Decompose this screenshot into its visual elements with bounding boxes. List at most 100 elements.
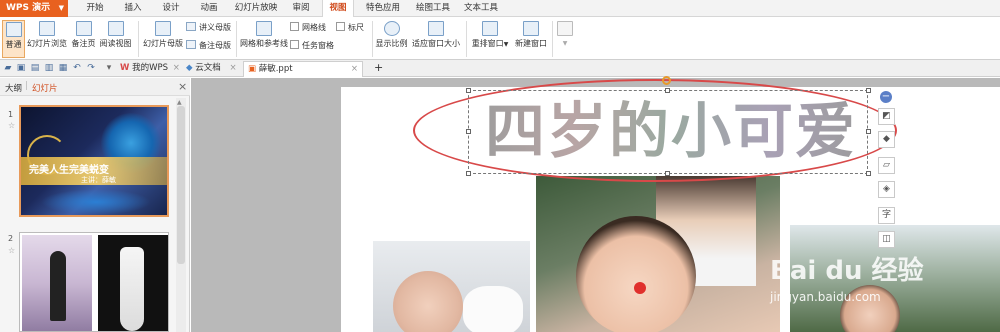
tab-outline[interactable]: 大纲 xyxy=(5,82,22,94)
task-pane-checkbox[interactable]: 任务窗格 xyxy=(290,39,334,52)
shape-style-icon[interactable]: ◩ xyxy=(878,108,895,125)
photo-figure xyxy=(50,251,66,321)
ruler-checkbox[interactable]: 标尺 xyxy=(336,21,364,34)
handout-master-button[interactable]: 讲义母版 xyxy=(186,21,231,34)
resize-handle[interactable] xyxy=(466,129,471,134)
grid-guides-button[interactable]: 网格和参考线 xyxy=(240,20,288,58)
photo-child-1[interactable] xyxy=(373,241,530,332)
text-icon[interactable]: 字 xyxy=(878,207,895,224)
tab-slides[interactable]: 幻灯片 xyxy=(32,82,58,94)
slide-master-icon xyxy=(155,21,171,36)
quick-access-dropdown-icon[interactable]: ▾ xyxy=(104,63,114,73)
layers-icon[interactable]: ◈ xyxy=(878,181,895,198)
notes-page-button[interactable]: 备注页 xyxy=(70,20,97,58)
star-icon: ☆ xyxy=(8,121,16,130)
slide-master-button[interactable]: 幻灯片母版 xyxy=(143,20,183,58)
slide-browse-button[interactable]: 幻灯片浏览 xyxy=(27,20,67,58)
collapse-icon[interactable]: − xyxy=(880,91,892,103)
fit-window-button[interactable]: 适应窗口大小 xyxy=(412,20,460,58)
checkbox-icon xyxy=(290,22,299,31)
slide-thumbnail-2[interactable] xyxy=(19,232,169,332)
red-dot-decoration xyxy=(634,282,646,294)
tab-design[interactable]: 设计 xyxy=(156,0,186,17)
more-button[interactable]: ▼ xyxy=(555,20,575,58)
notes-master-icon xyxy=(186,40,196,49)
arrange-window-button[interactable]: 重排窗口▼ xyxy=(470,20,510,58)
slide-panel: 大纲 | 幻灯片 × 1 ☆ 完美人生完美蜕变 主讲：薛敏 2 ☆ ▲ xyxy=(0,78,190,332)
slide-sorter-icon xyxy=(39,21,55,36)
print-preview-icon[interactable]: ▤ xyxy=(30,63,40,73)
watermark-url: jingyan.baidu.com xyxy=(770,290,881,304)
close-icon[interactable]: × xyxy=(351,62,358,77)
close-panel-icon[interactable]: × xyxy=(178,80,187,93)
resize-handle[interactable] xyxy=(466,88,471,93)
app-menu-button[interactable]: WPS 演示 ▼ xyxy=(0,0,68,17)
photo-face xyxy=(576,216,696,332)
scroll-up-icon[interactable]: ▲ xyxy=(177,99,182,106)
normal-view-button[interactable]: 普通 xyxy=(2,20,25,58)
photo-figure xyxy=(120,247,144,331)
fit-window-icon xyxy=(428,21,444,36)
photo-toy xyxy=(463,286,523,332)
tab-current-file[interactable]: ▣ 薛敏.ppt × xyxy=(243,61,363,77)
photo-face xyxy=(393,271,463,332)
new-tab-button[interactable]: + xyxy=(370,61,387,77)
fill-icon[interactable]: ◆ xyxy=(878,131,895,148)
magnifier-icon xyxy=(383,21,400,36)
tab-cloud-docs[interactable]: ◆ 云文档 × xyxy=(182,61,241,77)
photo-child-2[interactable] xyxy=(536,176,780,332)
slide-thumbnail-1[interactable]: 完美人生完美蜕变 主讲：薛敏 xyxy=(19,105,169,217)
format-icon[interactable]: ◫ xyxy=(878,231,895,248)
chevron-down-icon: ▼ xyxy=(562,40,568,47)
resize-handle[interactable] xyxy=(466,171,471,176)
outline-icon[interactable]: ▱ xyxy=(878,157,895,174)
flower-decoration xyxy=(41,189,151,215)
redo-icon[interactable]: ↷ xyxy=(86,63,96,73)
window-icon xyxy=(557,21,573,36)
tab-view[interactable]: 视图 xyxy=(322,0,354,18)
print-icon[interactable]: ▥ xyxy=(44,63,54,73)
tab-my-wps[interactable]: W 我的WPS × xyxy=(116,61,184,77)
new-window-button[interactable]: 新建窗口 xyxy=(514,20,548,58)
star-icon: ☆ xyxy=(8,246,16,255)
ppt-file-icon: ▣ xyxy=(248,64,257,74)
slide-title[interactable]: 四岁的小可爱 xyxy=(475,92,867,172)
slide-number: 1 xyxy=(8,110,14,119)
normal-view-icon xyxy=(5,22,22,37)
close-icon[interactable]: × xyxy=(173,63,180,73)
tab-special[interactable]: 特色应用 xyxy=(360,0,406,17)
divider xyxy=(372,21,373,57)
undo-icon[interactable]: ↶ xyxy=(72,63,82,73)
tab-insert[interactable]: 插入 xyxy=(118,0,148,17)
ribbon: 普通 幻灯片浏览 备注页 阅读视图 幻灯片母版 讲义母版 备注母版 网格和参考线… xyxy=(0,17,1000,60)
checkbox-icon xyxy=(290,40,299,49)
slide-number: 2 xyxy=(8,234,14,243)
scrollbar-thumb[interactable] xyxy=(177,106,185,264)
tab-text-tools[interactable]: 文本工具 xyxy=(458,0,504,17)
tab-animation[interactable]: 动画 xyxy=(194,0,224,17)
tab-slideshow[interactable]: 幻灯片放映 xyxy=(230,0,282,17)
chevron-down-icon: ▼ xyxy=(503,41,509,48)
cloud-icon: ◆ xyxy=(186,63,193,73)
reading-view-button[interactable]: 阅读视图 xyxy=(99,20,132,58)
close-icon[interactable]: × xyxy=(229,63,236,73)
tab-drawing-tools[interactable]: 绘图工具 xyxy=(410,0,456,17)
rotate-handle-icon[interactable] xyxy=(662,76,671,85)
open-folder-icon[interactable]: ▰ xyxy=(3,63,13,73)
save-icon[interactable]: ▣ xyxy=(16,63,26,73)
thumbnail-subtitle: 主讲：薛敏 xyxy=(81,176,116,184)
book-icon xyxy=(107,21,124,36)
export-pdf-icon[interactable]: ▦ xyxy=(58,63,68,73)
zoom-button[interactable]: 显示比例 xyxy=(375,20,408,58)
notes-master-button[interactable]: 备注母版 xyxy=(186,39,231,52)
checkbox-icon xyxy=(336,22,345,31)
grid-icon xyxy=(256,21,272,36)
divider xyxy=(138,21,139,57)
document-tab-bar: ▰ ▣ ▤ ▥ ▦ ↶ ↷ ▾ W 我的WPS × ◆ 云文档 × ▣ 薛敏.p… xyxy=(0,60,1000,77)
new-window-icon xyxy=(523,21,539,36)
watermark-brand: Bai du 经验 xyxy=(770,256,924,286)
tab-home[interactable]: 开始 xyxy=(80,0,110,17)
gridlines-checkbox[interactable]: 网格线 xyxy=(290,21,326,34)
slide-panel-header: 大纲 | 幻灯片 × xyxy=(0,78,190,96)
tab-review[interactable]: 审阅 xyxy=(286,0,316,17)
